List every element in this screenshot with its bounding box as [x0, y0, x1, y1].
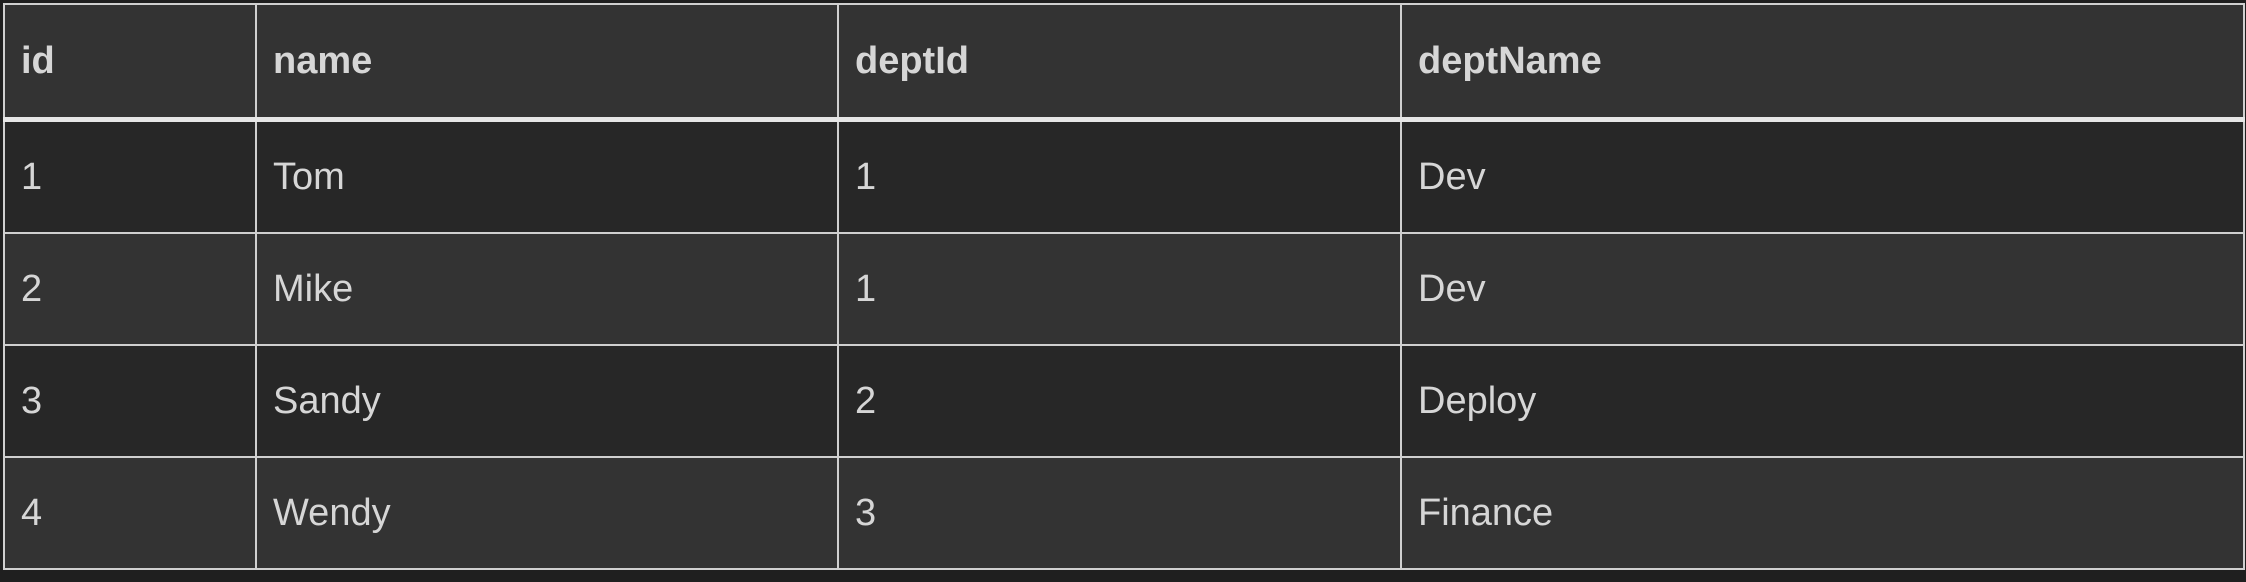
cell-deptid: 1 [837, 118, 1402, 234]
cell-id: 4 [3, 456, 257, 570]
column-header-id: id [3, 3, 257, 122]
cell-id: 2 [3, 232, 257, 346]
data-table: id name deptId deptName 1 Tom 1 Dev 2 Mi… [3, 3, 2245, 570]
cell-id: 3 [3, 344, 257, 458]
table-row: 4 Wendy 3 Finance [3, 456, 2245, 570]
cell-deptid: 1 [837, 232, 1402, 346]
cell-deptid: 2 [837, 344, 1402, 458]
data-table-container: id name deptId deptName 1 Tom 1 Dev 2 Mi… [3, 3, 2245, 570]
cell-deptname: Deploy [1400, 344, 2245, 458]
table-header: id name deptId deptName [3, 3, 2245, 122]
table-row: 2 Mike 1 Dev [3, 232, 2245, 346]
cell-deptid: 3 [837, 456, 1402, 570]
column-header-deptid: deptId [837, 3, 1402, 122]
cell-deptname: Dev [1400, 118, 2245, 234]
cell-name: Tom [255, 118, 839, 234]
column-header-name: name [255, 3, 839, 122]
table-row: 3 Sandy 2 Deploy [3, 344, 2245, 458]
cell-name: Mike [255, 232, 839, 346]
cell-name: Wendy [255, 456, 839, 570]
header-row: id name deptId deptName [3, 3, 2245, 122]
cell-deptname: Dev [1400, 232, 2245, 346]
cell-id: 1 [3, 118, 257, 234]
table-row: 1 Tom 1 Dev [3, 118, 2245, 234]
cell-deptname: Finance [1400, 456, 2245, 570]
table-body: 1 Tom 1 Dev 2 Mike 1 Dev 3 Sandy 2 Deplo… [3, 118, 2245, 570]
cell-name: Sandy [255, 344, 839, 458]
column-header-deptname: deptName [1400, 3, 2245, 122]
